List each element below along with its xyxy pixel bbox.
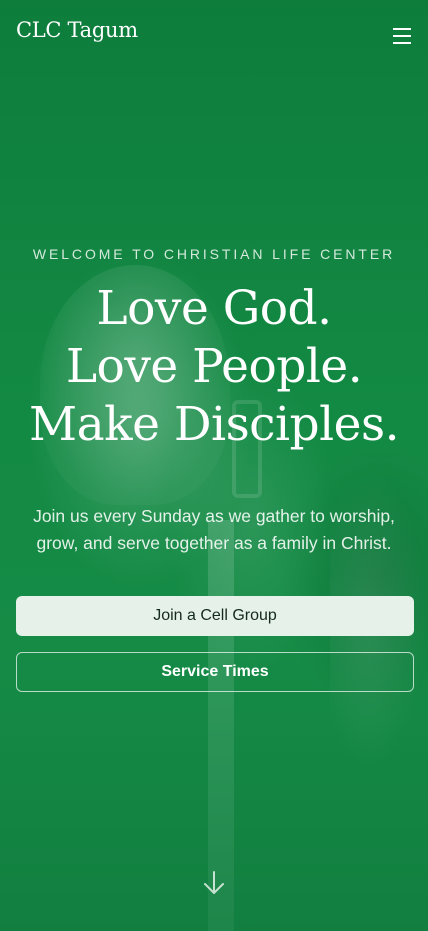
- hero-eyebrow: WELCOME TO CHRISTIAN LIFE CENTER: [32, 246, 396, 262]
- headline-line: Love People.: [65, 339, 363, 394]
- hero-intro-text: Join us every Sunday as we gather to wor…: [33, 506, 395, 553]
- site-header: CLC Tagum: [0, 0, 428, 70]
- menu-bar: [393, 28, 411, 30]
- headline-line: Love God.: [96, 281, 332, 336]
- hero-headline: Love God. Love People. Make Disciples.: [0, 280, 428, 454]
- site-logo[interactable]: CLC Tagum: [16, 18, 138, 42]
- menu-bar: [393, 42, 411, 44]
- arrow-down-icon[interactable]: [202, 870, 226, 896]
- menu-bar: [393, 35, 411, 37]
- join-cell-group-button[interactable]: Join a Cell Group: [16, 596, 414, 636]
- hamburger-menu-icon[interactable]: [390, 26, 414, 46]
- hero-section: CLC Tagum WELCOME TO CHRISTIAN LIFE CENT…: [0, 0, 428, 931]
- service-times-button[interactable]: Service Times: [16, 652, 414, 692]
- headline-line: Make Disciples.: [28, 397, 400, 452]
